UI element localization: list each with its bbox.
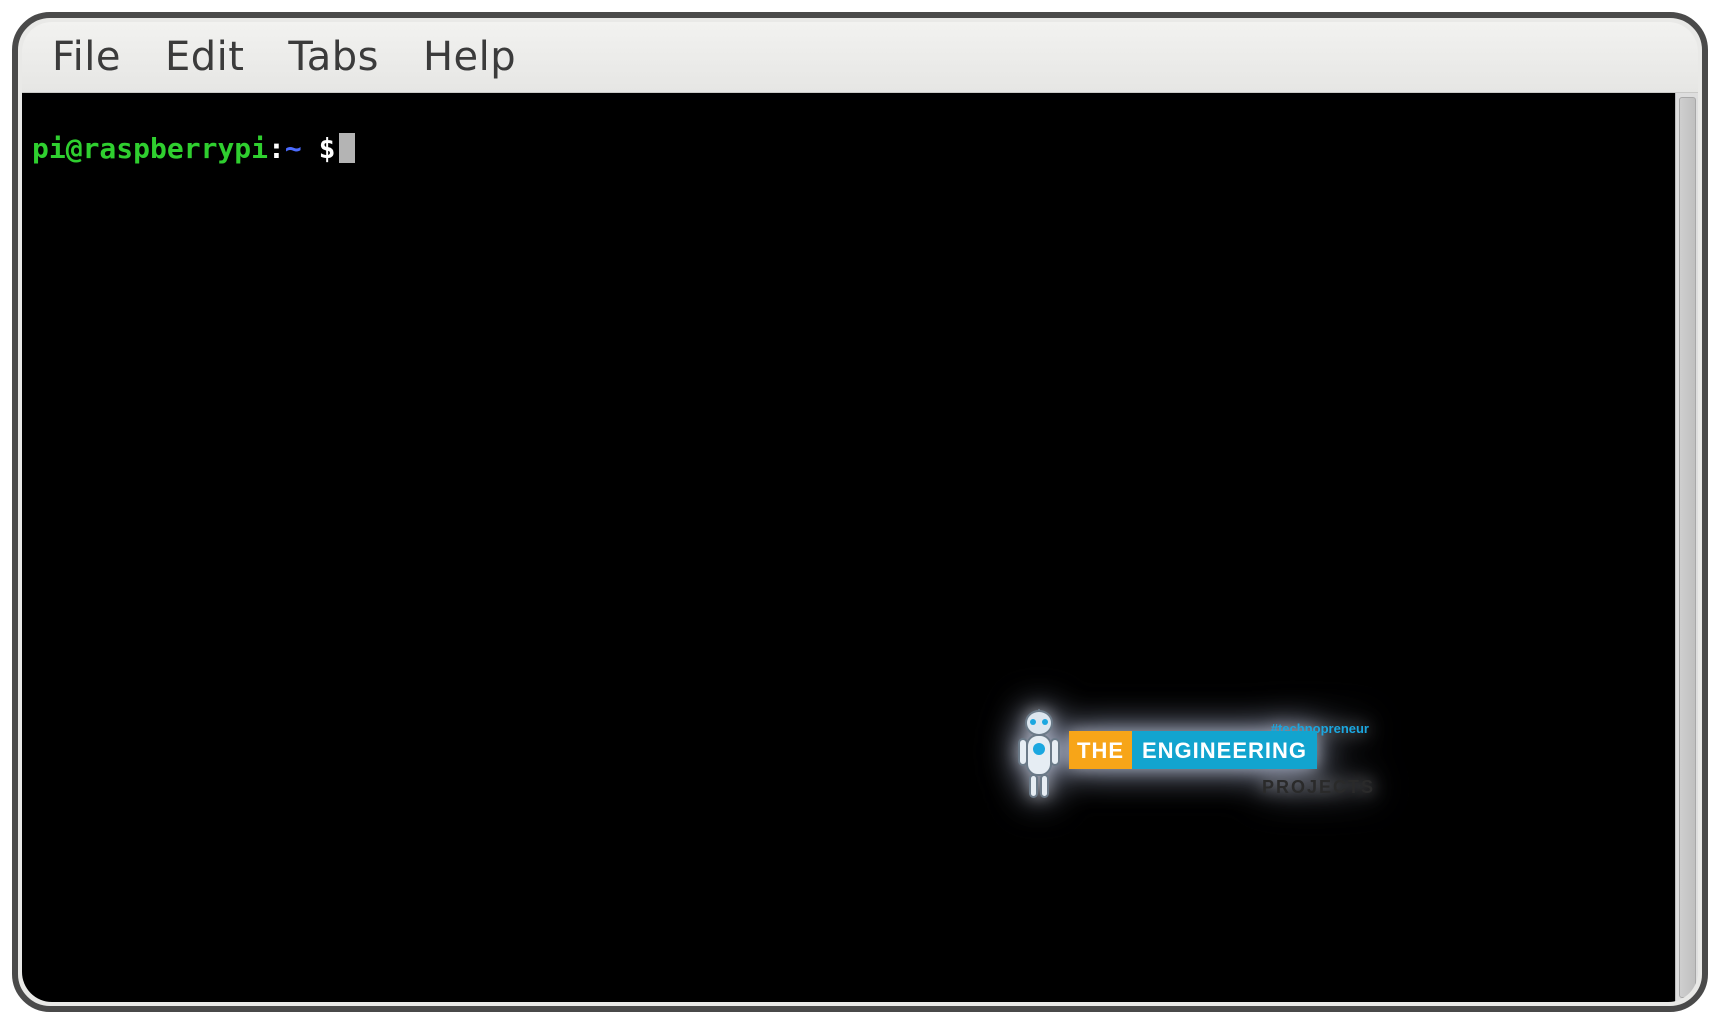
robot-icon (1011, 709, 1067, 805)
vertical-scrollbar[interactable] (1675, 93, 1698, 1002)
terminal[interactable]: pi@raspberrypi:~ $ (22, 93, 1675, 1002)
prompt-colon: : (268, 132, 285, 165)
watermark-projects: PROJECTS (1069, 771, 1375, 803)
menu-file[interactable]: File (44, 28, 143, 86)
watermark-bar: THE ENGINEERING (1069, 731, 1317, 769)
menu-tabs[interactable]: Tabs (280, 28, 401, 86)
cursor-icon (339, 133, 355, 163)
watermark-logo: #technopreneur THE ENGINEERING PROJECTS (1055, 717, 1375, 807)
prompt-line: pi@raspberrypi:~ $ (32, 101, 1665, 197)
prompt-dollar: $ (319, 132, 336, 165)
prompt-path: ~ (285, 132, 302, 165)
watermark-engineering: ENGINEERING (1132, 731, 1317, 769)
prompt-space (302, 132, 319, 165)
window-inner: File Edit Tabs Help pi@raspberrypi:~ $ (22, 22, 1698, 1002)
scrollbar-thumb[interactable] (1679, 97, 1696, 998)
watermark-the: THE (1069, 731, 1132, 769)
prompt-user: pi (32, 132, 66, 165)
menu-help[interactable]: Help (415, 28, 538, 86)
terminal-window: File Edit Tabs Help pi@raspberrypi:~ $ (12, 12, 1708, 1012)
prompt-at: @ (66, 132, 83, 165)
menu-edit[interactable]: Edit (157, 28, 266, 86)
watermark-tag: #technopreneur (1271, 713, 1369, 745)
terminal-area: pi@raspberrypi:~ $ (22, 93, 1698, 1002)
prompt-host: raspberrypi (83, 132, 268, 165)
menubar: File Edit Tabs Help (22, 22, 1698, 93)
